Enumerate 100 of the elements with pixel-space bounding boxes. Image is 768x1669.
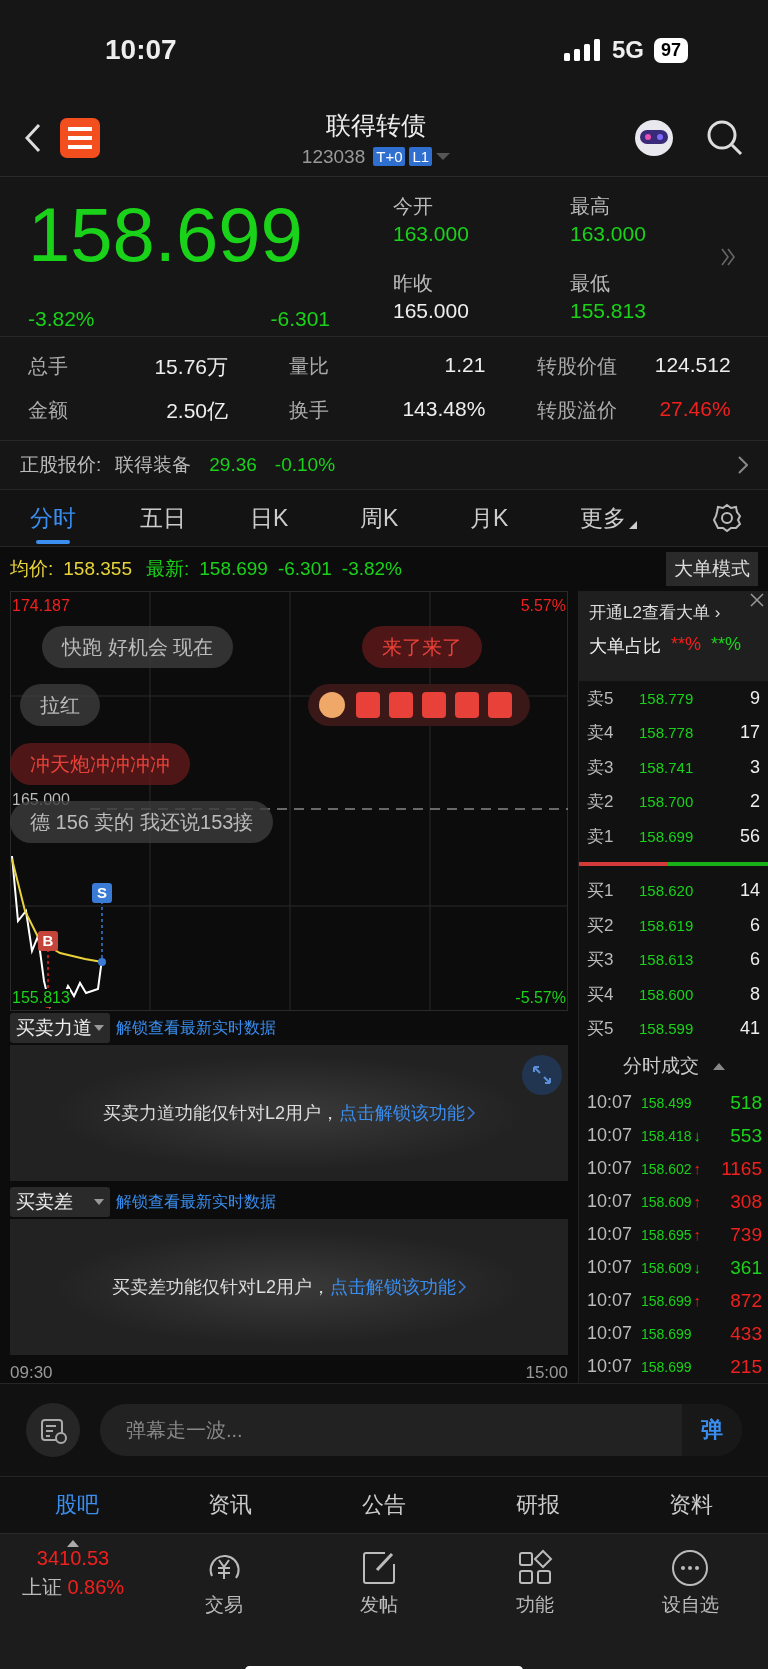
latest-price: 158.699: [199, 558, 268, 580]
danmaku-bubble: 拉红: [20, 684, 100, 726]
ask-price: 158.700: [639, 793, 695, 811]
market-tag: L1: [409, 147, 433, 166]
danmaku-input[interactable]: 弹幕走一波... 弹: [100, 1404, 742, 1456]
sell-marker: S: [92, 883, 112, 903]
bid-level: 买5: [587, 1018, 615, 1041]
expand-icon[interactable]: [522, 1055, 562, 1095]
bid-volume: 41: [739, 1018, 760, 1040]
stock-change: -0.10%: [274, 454, 336, 476]
status-time: 10:07: [105, 34, 177, 66]
app-logo-icon: [60, 118, 100, 158]
trade-volume: 1165: [721, 1157, 762, 1180]
field-label: 最高: [570, 194, 611, 219]
section-tab[interactable]: 公告: [307, 1477, 461, 1533]
chevron-right-icon: [458, 1280, 466, 1294]
ask-level: 卖2: [587, 791, 615, 814]
bid-level: 买4: [587, 983, 615, 1006]
robot-icon[interactable]: [632, 118, 676, 158]
trend-arrow: ↓: [693, 1127, 702, 1144]
l2-promo-link[interactable]: 开通L2查看大单 ›: [589, 601, 758, 624]
nav-item[interactable]: 功能: [457, 1540, 613, 1660]
nav-item[interactable]: 交易: [146, 1540, 302, 1660]
trade-price: 158.418: [641, 1127, 692, 1144]
stat-label: 金额: [28, 397, 68, 423]
sticker-bubble-icon: [308, 684, 530, 726]
unlock-feature-link[interactable]: 点击解锁该功能: [339, 1101, 475, 1125]
stat-label: 换手: [289, 397, 330, 423]
indicator-dropdown[interactable]: 买卖力道: [10, 1013, 110, 1043]
section-tab[interactable]: 股吧: [0, 1477, 154, 1533]
ask-price: 158.779: [639, 689, 695, 707]
chart-tab[interactable]: 周K: [360, 490, 470, 546]
search-icon[interactable]: [706, 119, 744, 157]
big-order-mode-button[interactable]: 大单模式: [666, 552, 758, 586]
indicator-dropdown[interactable]: 买卖差: [10, 1187, 110, 1217]
danmaku-bubble: 快跑 好机会 现在: [42, 626, 234, 668]
index-ticker[interactable]: 3410.53 上证 0.86%: [0, 1540, 146, 1660]
caret-icon[interactable]: [436, 152, 451, 161]
caret-icon[interactable]: [712, 1062, 725, 1070]
chart-tab[interactable]: 日K: [250, 490, 360, 546]
axis-low-label: 155.813: [12, 989, 70, 1007]
market-tag: T+0: [373, 147, 406, 166]
settings-icon[interactable]: [712, 503, 742, 533]
send-danmaku-button[interactable]: 弹: [682, 1404, 742, 1456]
ask-volume: 56: [739, 825, 760, 847]
trade-price: 158.699: [641, 1358, 692, 1375]
trade-price: 158.499: [641, 1094, 692, 1111]
buy-ratio: **%: [671, 634, 701, 656]
trend-arrow: ↑: [693, 1160, 702, 1177]
trade-price: 158.609: [641, 1193, 692, 1210]
trend-arrow: ↑: [693, 1193, 702, 1210]
bid-price: 158.620: [639, 882, 695, 900]
nav-item[interactable]: 设自选: [612, 1540, 768, 1660]
trade-volume: 215: [730, 1355, 762, 1378]
bid-volume: 6: [750, 949, 760, 971]
chart-tab[interactable]: 五日: [140, 490, 250, 546]
section-tab[interactable]: 研报: [460, 1477, 615, 1533]
chevron-right-icon: [467, 1106, 475, 1120]
unlock-link[interactable]: 解锁查看最新实时数据: [116, 1191, 276, 1213]
ask-price: 158.778: [639, 724, 695, 742]
trend-arrow: ↑: [693, 1292, 702, 1309]
chevron-right-icon[interactable]: [738, 456, 748, 474]
field-label: 最低: [570, 270, 611, 296]
axis-start-time: 09:30: [10, 1363, 53, 1383]
stock-price: 29.36: [209, 454, 257, 476]
caret-up-icon: [67, 1540, 79, 1547]
stock-quote-label: 正股报价:: [20, 453, 102, 477]
stat-value: 27.46%: [659, 396, 731, 422]
stat-label: 量比: [289, 353, 330, 379]
bid-level: 买1: [587, 880, 615, 903]
last-price: 158.699: [28, 197, 304, 273]
signal-icon: [563, 39, 602, 61]
trade-time: 10:07: [587, 1125, 634, 1146]
trade-time: 10:07: [587, 1224, 634, 1245]
dropdown-caret-icon: [94, 1025, 104, 1031]
section-tab[interactable]: 资讯: [153, 1477, 308, 1533]
bid-level: 买2: [587, 914, 615, 937]
buy-marker: B: [38, 931, 58, 951]
chart-tab[interactable]: 分时: [30, 490, 140, 546]
section-tab[interactable]: 资料: [614, 1477, 768, 1533]
locked-message: 买卖差功能仅针对L2用户，: [112, 1277, 330, 1297]
expand-chevron-icon[interactable]: [720, 247, 736, 267]
danmaku-bubble: 来了来了: [362, 626, 482, 668]
stock-name: 联得装备: [115, 453, 192, 477]
back-icon[interactable]: [24, 123, 42, 153]
chart-tab[interactable]: 月K: [470, 490, 580, 546]
locked-message: 买卖力道功能仅针对L2用户，: [103, 1103, 339, 1123]
danmaku-settings-icon[interactable]: [26, 1403, 80, 1457]
trend-arrow: ↓: [693, 1259, 702, 1276]
trade-price: 158.602: [641, 1160, 692, 1177]
latest-change: -6.301: [277, 558, 332, 580]
unlock-link[interactable]: 解锁查看最新实时数据: [116, 1017, 276, 1039]
trade-time: 10:07: [587, 1290, 634, 1311]
chart-tab[interactable]: 更多: [580, 490, 690, 546]
field-label: 今开: [393, 194, 434, 219]
stat-value: 15.76万: [154, 353, 228, 380]
nav-item[interactable]: 发帖: [301, 1540, 457, 1660]
ask-level: 卖1: [587, 825, 615, 848]
close-icon[interactable]: [750, 593, 764, 607]
unlock-feature-link[interactable]: 点击解锁该功能: [330, 1275, 466, 1299]
